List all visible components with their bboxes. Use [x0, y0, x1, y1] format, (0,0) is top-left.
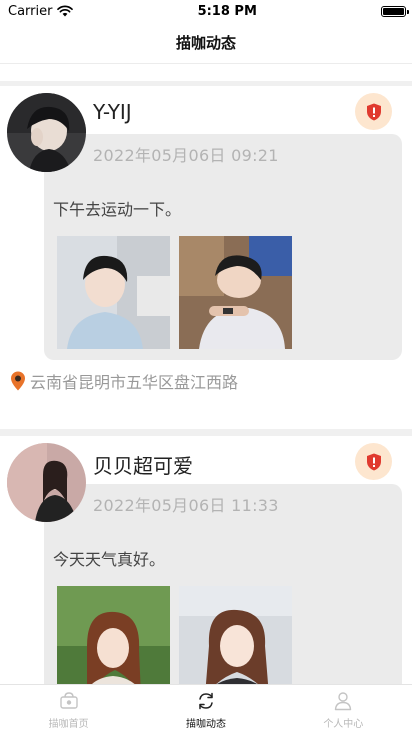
feed-list[interactable]: Y-YIJ 2022年05月06日 09:21 下午去运动一下。 云南省昆明市五…	[0, 64, 412, 684]
tab-bar: 描咖首页 描咖动态 个人中心	[0, 684, 412, 734]
tab-label: 描咖首页	[48, 718, 89, 730]
post-username[interactable]: Y-YIJ	[93, 100, 132, 124]
location-pin-icon	[11, 371, 25, 391]
navigation-bar: 描咖动态	[0, 22, 412, 64]
tab-label: 个人中心	[323, 718, 364, 730]
post-timestamp: 2022年05月06日 11:33	[93, 496, 279, 515]
feed-top-gap	[0, 64, 412, 86]
post-username[interactable]: 贝贝超可爱	[93, 450, 193, 479]
refresh-feed-icon	[199, 692, 213, 709]
person-icon	[335, 691, 352, 710]
status-left: Carrier	[8, 3, 74, 19]
carrier-label: Carrier	[8, 3, 53, 19]
tab-home[interactable]: 描咖首页	[0, 685, 137, 734]
avatar[interactable]	[7, 443, 86, 522]
wifi-icon	[57, 5, 74, 17]
home-cup-icon	[59, 691, 78, 709]
shield-alert-icon	[366, 103, 381, 120]
post-photo[interactable]	[57, 586, 170, 684]
status-bar: Carrier 5:18 PM	[0, 0, 412, 22]
battery-icon	[380, 5, 409, 17]
post-text: 下午去运动一下。	[53, 200, 182, 219]
post-photo[interactable]	[57, 236, 170, 349]
tab-profile[interactable]: 个人中心	[275, 685, 412, 734]
tab-label: 描咖动态	[185, 718, 226, 730]
shield-alert-icon	[366, 453, 381, 470]
post-timestamp: 2022年05月06日 09:21	[93, 146, 279, 165]
post-photo[interactable]	[179, 586, 292, 684]
feed-post[interactable]: Y-YIJ 2022年05月06日 09:21 下午去运动一下。 云南省昆明市五…	[0, 86, 412, 436]
post-location[interactable]: 云南省昆明市五华区盘江西路	[10, 369, 238, 393]
location-text: 云南省昆明市五华区盘江西路	[30, 373, 239, 392]
tab-feed[interactable]: 描咖动态	[137, 685, 274, 734]
post-text: 今天天气真好。	[53, 550, 166, 569]
page-title: 描咖动态	[175, 34, 236, 52]
feed-post[interactable]: 贝贝超可爱 2022年05月06日 11:33 今天天气真好。	[0, 436, 412, 684]
report-button[interactable]	[355, 443, 392, 480]
clock: 5:18 PM	[197, 3, 257, 19]
avatar[interactable]	[7, 93, 86, 172]
report-button[interactable]	[355, 93, 392, 130]
post-photo[interactable]	[179, 236, 292, 349]
